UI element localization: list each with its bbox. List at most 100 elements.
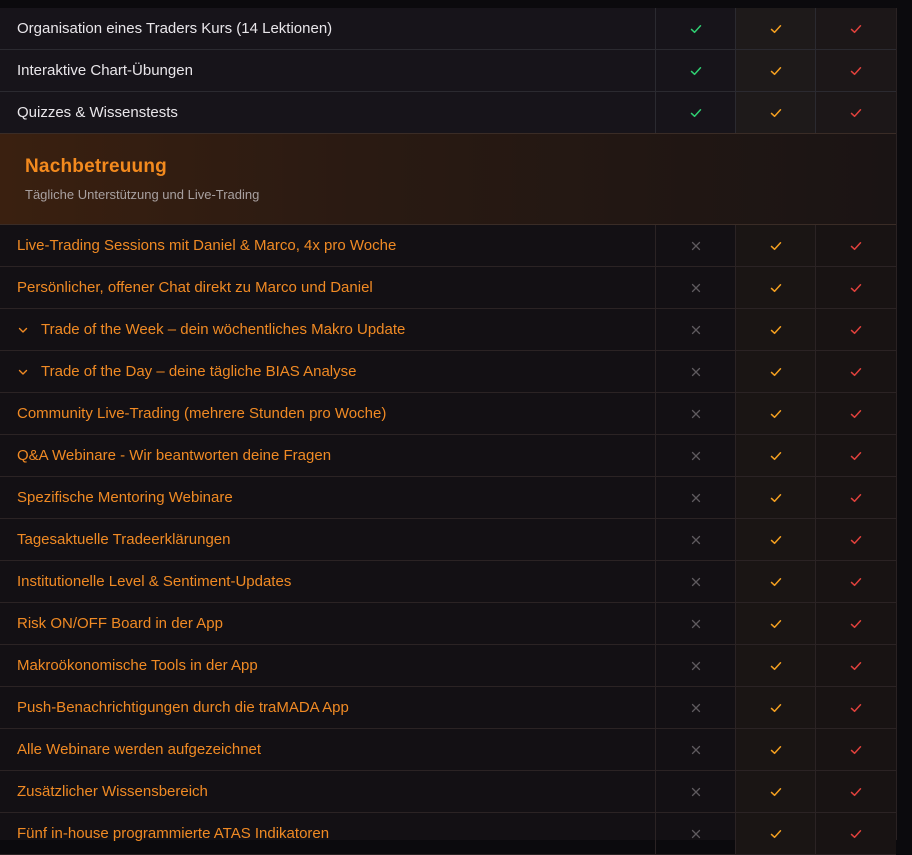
plan-3-cell	[816, 393, 896, 434]
table-row: Spezifische Mentoring Webinare	[0, 477, 896, 519]
feature-label-text: Live-Trading Sessions mit Daniel & Marco…	[17, 237, 397, 254]
check-icon	[690, 107, 702, 119]
plan-1-cell	[656, 393, 736, 434]
plan-3-cell	[816, 225, 896, 266]
feature-label-text: Institutionelle Level & Sentiment-Update…	[17, 573, 292, 590]
cross-icon	[690, 576, 702, 588]
plan-2-cell	[736, 8, 816, 49]
plan-2-cell	[736, 771, 816, 812]
feature-label-text: Q&A Webinare - Wir beantworten deine Fra…	[17, 447, 332, 464]
feature-label-text: Trade of the Week – dein wöchentliches M…	[41, 321, 406, 338]
comparison-table: Organisation eines Traders Kurs (14 Lekt…	[0, 8, 897, 855]
check-icon	[770, 786, 782, 798]
feature-label: Alle Webinare werden aufgezeichnet	[0, 729, 656, 770]
check-icon	[770, 282, 782, 294]
plan-3-cell	[816, 477, 896, 518]
check-icon	[690, 23, 702, 35]
plan-1-cell	[656, 92, 736, 133]
plan-2-cell	[736, 645, 816, 686]
plan-3-cell	[816, 561, 896, 602]
feature-label: Organisation eines Traders Kurs (14 Lekt…	[0, 8, 656, 49]
plan-3-cell	[816, 645, 896, 686]
feature-label: Persönlicher, offener Chat direkt zu Mar…	[0, 267, 656, 308]
plan-1-cell	[656, 351, 736, 392]
check-icon	[850, 107, 862, 119]
plan-2-cell	[736, 687, 816, 728]
feature-label: Push-Benachrichtigungen durch die traMAD…	[0, 687, 656, 728]
check-icon	[770, 744, 782, 756]
plan-2-cell	[736, 603, 816, 644]
cross-icon	[690, 786, 702, 798]
plan-3-cell	[816, 8, 896, 49]
plan-3-cell	[816, 813, 896, 854]
plan-1-cell	[656, 435, 736, 476]
cross-icon	[690, 744, 702, 756]
cross-icon	[690, 534, 702, 546]
plan-2-cell	[736, 813, 816, 854]
feature-label[interactable]: Trade of the Day – deine tägliche BIAS A…	[0, 351, 656, 392]
check-icon	[770, 492, 782, 504]
check-icon	[850, 366, 862, 378]
check-icon	[770, 618, 782, 630]
table-row: Makroökonomische Tools in der App	[0, 645, 896, 687]
feature-label-text: Interaktive Chart-Übungen	[17, 62, 193, 79]
cross-icon	[690, 702, 702, 714]
feature-label-text: Alle Webinare werden aufgezeichnet	[17, 741, 262, 758]
check-icon	[770, 576, 782, 588]
feature-label: Community Live-Trading (mehrere Stunden …	[0, 393, 656, 434]
check-icon	[850, 324, 862, 336]
table-row: Fünf in-house programmierte ATAS Indikat…	[0, 813, 896, 855]
check-icon	[850, 534, 862, 546]
check-icon	[770, 408, 782, 420]
check-icon	[850, 660, 862, 672]
check-icon	[770, 324, 782, 336]
plan-3-cell	[816, 92, 896, 133]
plan-1-cell	[656, 267, 736, 308]
section-header-nachbetreuung: Nachbetreuung Tägliche Unterstützung und…	[0, 133, 896, 225]
feature-label[interactable]: Trade of the Week – dein wöchentliches M…	[0, 309, 656, 350]
feature-label: Quizzes & Wissenstests	[0, 92, 656, 133]
feature-label: Institutionelle Level & Sentiment-Update…	[0, 561, 656, 602]
check-icon	[850, 702, 862, 714]
feature-label-text: Quizzes & Wissenstests	[17, 104, 178, 121]
feature-label: Risk ON/OFF Board in der App	[0, 603, 656, 644]
plan-1-cell	[656, 813, 736, 854]
table-row: Interaktive Chart-Übungen	[0, 50, 896, 92]
plan-2-cell	[736, 50, 816, 91]
check-icon	[770, 65, 782, 77]
table-row: Persönlicher, offener Chat direkt zu Mar…	[0, 267, 896, 309]
plan-2-cell	[736, 267, 816, 308]
table-row[interactable]: Trade of the Day – deine tägliche BIAS A…	[0, 351, 896, 393]
check-icon	[770, 828, 782, 840]
check-icon	[770, 450, 782, 462]
check-icon	[770, 702, 782, 714]
feature-label-text: Spezifische Mentoring Webinare	[17, 489, 233, 506]
feature-label-text: Zusätzlicher Wissensbereich	[17, 783, 208, 800]
plan-1-cell	[656, 519, 736, 560]
check-icon	[850, 450, 862, 462]
chevron-down-icon[interactable]	[17, 324, 41, 336]
course-features-group: Organisation eines Traders Kurs (14 Lekt…	[0, 8, 896, 133]
check-icon	[770, 23, 782, 35]
check-icon	[850, 282, 862, 294]
plan-2-cell	[736, 477, 816, 518]
table-row: Zusätzlicher Wissensbereich	[0, 771, 896, 813]
table-row[interactable]: Trade of the Week – dein wöchentliches M…	[0, 309, 896, 351]
table-row: Risk ON/OFF Board in der App	[0, 603, 896, 645]
table-row: Push-Benachrichtigungen durch die traMAD…	[0, 687, 896, 729]
table-row: Q&A Webinare - Wir beantworten deine Fra…	[0, 435, 896, 477]
plan-3-cell	[816, 309, 896, 350]
cross-icon	[690, 828, 702, 840]
feature-label-text: Makroökonomische Tools in der App	[17, 657, 258, 674]
check-icon	[850, 65, 862, 77]
chevron-down-icon[interactable]	[17, 366, 41, 378]
feature-label-text: Community Live-Trading (mehrere Stunden …	[17, 405, 387, 422]
feature-label-text: Risk ON/OFF Board in der App	[17, 615, 223, 632]
plan-2-cell	[736, 225, 816, 266]
feature-label-text: Trade of the Day – deine tägliche BIAS A…	[41, 363, 357, 380]
check-icon	[850, 744, 862, 756]
feature-label: Q&A Webinare - Wir beantworten deine Fra…	[0, 435, 656, 476]
plan-2-cell	[736, 519, 816, 560]
plan-3-cell	[816, 519, 896, 560]
plan-1-cell	[656, 477, 736, 518]
